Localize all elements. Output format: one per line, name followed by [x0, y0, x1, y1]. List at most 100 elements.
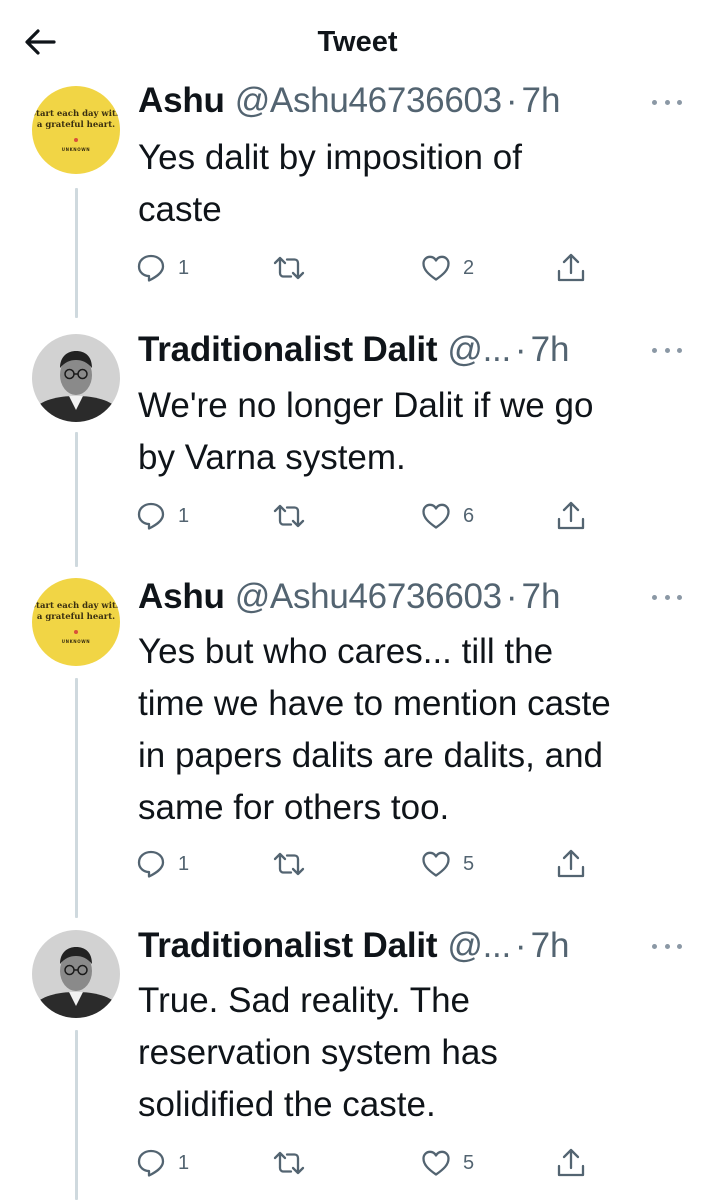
share-icon [557, 849, 585, 878]
separator: · [514, 330, 527, 369]
separator: · [505, 577, 518, 616]
timestamp[interactable]: 7h [531, 330, 570, 370]
share-icon [557, 253, 585, 282]
avatar-quote-line: Start each day with [32, 108, 120, 119]
share-button[interactable] [556, 844, 586, 884]
reply-button[interactable]: 1 [136, 496, 189, 536]
tweet-actions: 1 5 [0, 1143, 715, 1183]
more-options-button[interactable] [652, 340, 682, 360]
user-handle[interactable]: @... [447, 330, 511, 370]
avatar[interactable] [32, 930, 120, 1018]
reply-button[interactable]: 1 [136, 1143, 189, 1183]
tweet-header: Traditionalist Dalit @... · 7h [138, 329, 570, 371]
tweet-actions: 1 5 [0, 844, 715, 884]
like-count: 5 [463, 1151, 475, 1174]
retweet-button[interactable] [272, 844, 318, 884]
heart-icon [422, 851, 450, 877]
reply-count: 1 [178, 504, 190, 527]
reply-count: 1 [178, 852, 190, 875]
share-button[interactable] [556, 1143, 586, 1183]
user-handle[interactable]: @Ashu46736603 [235, 81, 502, 121]
share-button[interactable] [556, 248, 586, 288]
share-icon [557, 1148, 585, 1177]
tweet-text: True. Sad reality. The reservation syste… [138, 981, 498, 1124]
tweet-actions: 1 6 [0, 496, 715, 536]
portrait-avatar-image [32, 930, 120, 1018]
more-dot-icon [677, 594, 682, 600]
more-dot-icon [652, 99, 657, 105]
heart-icon [422, 1150, 450, 1176]
avatar-quote-author: UNKNOWN [61, 146, 91, 152]
more-options-button[interactable] [652, 587, 682, 607]
display-name[interactable]: Traditionalist Dalit [138, 330, 438, 370]
more-dot-icon [652, 594, 657, 600]
like-button[interactable]: 5 [421, 1143, 474, 1183]
heart-icon [422, 255, 450, 281]
tweet[interactable]: Start each day with a grateful heart. UN… [0, 0, 715, 300]
display-name[interactable]: Traditionalist Dalit [138, 926, 438, 966]
more-dot-icon [664, 943, 670, 949]
more-options-button[interactable] [652, 936, 682, 956]
retweet-button[interactable] [272, 496, 318, 536]
reply-icon [137, 1149, 165, 1177]
more-dot-icon [652, 347, 657, 353]
reply-count: 1 [178, 1151, 190, 1174]
like-count: 2 [463, 256, 475, 279]
tweet-header: Ashu @Ashu46736603 · 7h [138, 576, 560, 618]
tweet-text: Yes but who cares... till the time we ha… [138, 632, 611, 827]
timestamp[interactable]: 7h [531, 926, 570, 966]
more-dot-icon [677, 943, 682, 949]
reply-button[interactable]: 1 [136, 248, 189, 288]
avatar[interactable]: Start each day with a grateful heart. UN… [32, 578, 120, 666]
reply-icon [137, 850, 165, 878]
retweet-icon [273, 504, 305, 528]
heart-icon [422, 503, 450, 529]
like-button[interactable]: 6 [421, 496, 474, 536]
display-name[interactable]: Ashu [138, 577, 225, 617]
tweet-text: Yes dalit by imposition of caste [138, 138, 522, 229]
tweet-header: Traditionalist Dalit @... · 7h [138, 925, 570, 967]
retweet-button[interactable] [272, 1143, 318, 1183]
more-dot-icon [677, 347, 682, 353]
tweet-header: Ashu @Ashu46736603 · 7h [138, 80, 560, 122]
retweet-icon [273, 1151, 305, 1175]
more-dot-icon [652, 943, 657, 949]
avatar-dot [74, 137, 78, 142]
avatar-quote-line: Start each day with [32, 600, 120, 611]
tweet-text: We're no longer Dalit if we go by Varna … [138, 386, 594, 477]
retweet-icon [273, 256, 305, 280]
retweet-icon [273, 852, 305, 876]
avatar-quote-line: a grateful heart. [36, 119, 116, 130]
more-options-button[interactable] [652, 92, 682, 112]
tweet[interactable]: Traditionalist Dalit @... · 7h True. Sad… [0, 0, 715, 1177]
timestamp[interactable]: 7h [522, 81, 561, 121]
like-count: 5 [463, 852, 475, 875]
more-dot-icon [664, 347, 670, 353]
reply-button[interactable]: 1 [136, 844, 189, 884]
avatar-quote-author: UNKNOWN [61, 638, 91, 644]
more-dot-icon [677, 99, 682, 105]
portrait-avatar-image [32, 334, 120, 422]
reply-icon [137, 254, 165, 282]
reply-icon [137, 502, 165, 530]
more-dot-icon [664, 594, 670, 600]
share-icon [557, 501, 585, 530]
share-button[interactable] [556, 496, 586, 536]
separator: · [514, 926, 527, 965]
like-button[interactable]: 2 [421, 248, 474, 288]
user-handle[interactable]: @... [447, 926, 511, 966]
like-count: 6 [463, 504, 475, 527]
avatar[interactable]: Start each day with a grateful heart. UN… [32, 86, 120, 174]
avatar-quote-line: a grateful heart. [36, 611, 116, 622]
tweet-actions: 1 2 [0, 248, 715, 288]
avatar[interactable] [32, 334, 120, 422]
timestamp[interactable]: 7h [522, 577, 561, 617]
user-handle[interactable]: @Ashu46736603 [235, 577, 502, 617]
like-button[interactable]: 5 [421, 844, 474, 884]
reply-count: 1 [178, 256, 190, 279]
separator: · [505, 81, 518, 120]
retweet-button[interactable] [272, 248, 318, 288]
display-name[interactable]: Ashu [138, 81, 225, 121]
more-dot-icon [664, 99, 670, 105]
avatar-dot [74, 629, 78, 634]
